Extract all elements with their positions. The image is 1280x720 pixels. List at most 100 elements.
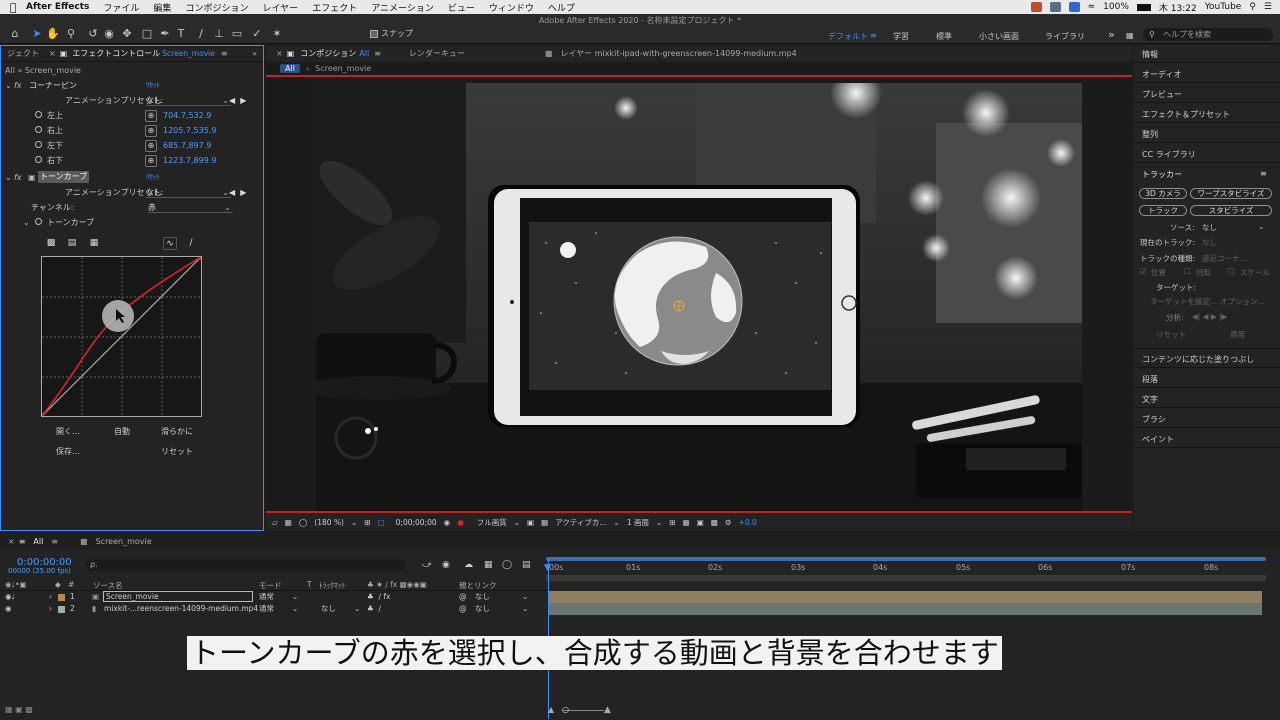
workspace-libraries[interactable]: ライブラリ [1045,31,1085,42]
smooth-button[interactable]: 滑らかに [161,426,193,437]
t-header[interactable]: T [307,580,312,589]
transparency-grid-icon[interactable]: ▦ [541,518,548,527]
param-value[interactable]: 685.7,897.9 [163,138,211,153]
magnification-dropdown[interactable]: (180 %) [314,518,344,527]
resolution-dropdown[interactable]: フル画質 [477,517,507,528]
expand-arrow-icon[interactable]: ⌄ [5,78,12,93]
tone-curve-preset-dropdown[interactable]: なし ⌄ [146,187,231,198]
render-queue-tab[interactable]: レンダーキュー [381,48,465,59]
source-dropdown[interactable]: なし [1202,222,1217,233]
visibility-eye-icon[interactable]: ◉♩ [5,591,15,603]
stopwatch-icon[interactable] [35,138,42,153]
work-area-bar[interactable] [546,557,1266,561]
control-center-icon[interactable]: ☰ [1264,2,1272,12]
home-icon[interactable]: ⌂ [8,27,22,41]
param-value[interactable]: 1205.7,535.9 [163,123,216,138]
search-help-toggle-icon[interactable]: ▦ [1126,31,1134,40]
corner-pin-reset[interactable]: ﾘｾｯﾄ [146,78,160,93]
layer-1-duration-bar[interactable] [548,591,1262,603]
paint-panel-item[interactable]: ペイント [1142,434,1174,445]
reset-exposure-icon[interactable]: ⚙ [725,518,732,527]
timeline-tab-all[interactable]: All [25,537,43,546]
content-aware-fill-panel-item[interactable]: コンテンツに応じた塗りつぶし [1142,354,1254,365]
selection-tool-icon[interactable]: ➤ [30,27,44,41]
timeline-tab-menu-icon[interactable]: ≡ [19,537,26,546]
chevron-left-icon[interactable]: ‹ [306,64,309,73]
source-name-header[interactable]: ソース名 [93,580,123,591]
tracker-reset-button[interactable]: リセット [1156,329,1186,340]
menu-animation[interactable]: アニメーション [371,1,434,14]
visibility-eye-icon[interactable]: ◉ [5,603,12,615]
bezier-curve-icon[interactable]: ∿ [163,237,177,250]
stopwatch-icon[interactable] [35,153,42,168]
timeline-search-input[interactable]: ρ. [86,559,406,571]
preview-panel-item[interactable]: プレビュー [1142,89,1182,100]
comp-all-chip[interactable]: All [280,64,300,73]
chevron-down-icon[interactable]: ⌄ [656,518,662,527]
timeline-tab-screen-movie[interactable]: Screen_movie [88,537,152,546]
mode-header[interactable]: モード [259,580,282,591]
close-icon[interactable]: × [266,49,287,58]
expand-arrow-icon[interactable]: ⌄ [23,215,30,230]
tracker-panel-title[interactable]: トラッカー [1142,169,1182,180]
fx-icon[interactable]: fx [14,170,22,185]
stabilize-button[interactable]: スタビライズ [1190,205,1272,216]
panel-menu-icon[interactable]: ≡ [1260,169,1267,178]
parent-pickwhip-icon[interactable]: @ [459,603,467,615]
time-ruler[interactable]: 00s 01s 02s 03s 04s 05s 06s 07s 08s [546,557,1266,581]
composition-tab[interactable]: コンポジション [294,48,356,59]
battery-level[interactable]: 100% [1103,2,1129,12]
motion-blur-icon[interactable]: ◯ [502,560,512,570]
chevron-down-icon[interactable]: ⌄ [514,518,520,527]
layer-mode-dropdown[interactable]: 通常 [259,591,274,603]
track-button[interactable]: トラック [1139,205,1187,216]
close-icon[interactable]: × [0,537,19,546]
current-track-dropdown[interactable]: なし [1202,237,1217,248]
playhead-handle-icon[interactable]: ▼ [544,563,551,573]
rotate-tool-icon[interactable]: ↺ [86,27,100,41]
position-checkbox[interactable]: ☑ [1140,267,1147,276]
layer-name[interactable]: mixkit-...reenscreen-14099-medium.mp4 [104,603,258,615]
mask-visibility-icon[interactable]: □ [378,518,385,527]
type-tool-icon[interactable]: T [174,27,188,41]
timeline-bottom-toggles[interactable]: ▦ ▣ ▩ [5,705,33,714]
parent-link-header[interactable]: 親とリンク [459,580,497,591]
scale-checkbox[interactable]: ☐ [1228,267,1235,276]
zoom-tool-icon[interactable]: ⚲ [64,27,78,41]
track-type-dropdown[interactable]: 遠近コーナ... [1202,253,1247,264]
grid-icon[interactable]: ⊞ [364,518,370,527]
align-panel-item[interactable]: 整列 [1142,129,1158,140]
chevron-down-icon[interactable]: ⌄ [292,591,298,603]
curve-size-small-icon[interactable]: ▤ [65,237,79,250]
workspace-menu-icon[interactable]: ≡ [870,31,877,40]
parent-dropdown[interactable]: なし [475,603,490,615]
snap-toggle[interactable]: スナップ [370,28,413,39]
always-preview-icon[interactable]: ▱ [272,518,278,527]
parent-dropdown[interactable]: なし [475,591,490,603]
anchor-tool-icon[interactable]: ✥ [120,27,134,41]
chevron-down-icon[interactable]: ⌄ [292,603,298,615]
stopwatch-icon[interactable] [35,108,42,123]
clone-stamp-tool-icon[interactable]: ⊥ [212,27,226,41]
tone-curve-effect-row[interactable]: ⌄ fx ▣ トーンカーブ ﾘｾｯﾄ [1,170,263,185]
cc-libraries-panel-item[interactable]: CC ライブラリ [1142,149,1196,160]
save-button[interactable]: 保存... [56,446,80,457]
tray-calendar-icon[interactable] [1049,2,1061,12]
pencil-curve-icon[interactable]: ∕ [184,237,198,250]
panel-menu-icon[interactable]: ≡ [215,49,228,58]
brushes-panel-item[interactable]: ブラシ [1142,414,1166,425]
rotation-checkbox[interactable]: ☐ [1184,267,1191,276]
parent-pickwhip-icon[interactable]: @ [459,591,467,603]
chevron-down-icon[interactable]: ⌄ [351,518,357,527]
composition-viewer[interactable] [316,83,1082,513]
shy-layers-icon[interactable]: ☁ [464,560,473,570]
track-matte-dropdown[interactable]: なし [321,603,336,615]
effect-mask-icon[interactable]: ▣ [28,170,36,185]
tone-curve-svg[interactable] [41,256,202,417]
graph-editor-icon[interactable]: ▤ [522,560,531,570]
param-value[interactable]: 1223.7,899.9 [163,153,216,168]
layout-icon[interactable]: ⊞ [669,518,675,527]
zoom-in-icon[interactable]: ▲ [604,705,611,715]
more-workspaces-icon[interactable]: » [1108,28,1115,41]
monitor-icon[interactable]: ▦ [285,518,292,527]
